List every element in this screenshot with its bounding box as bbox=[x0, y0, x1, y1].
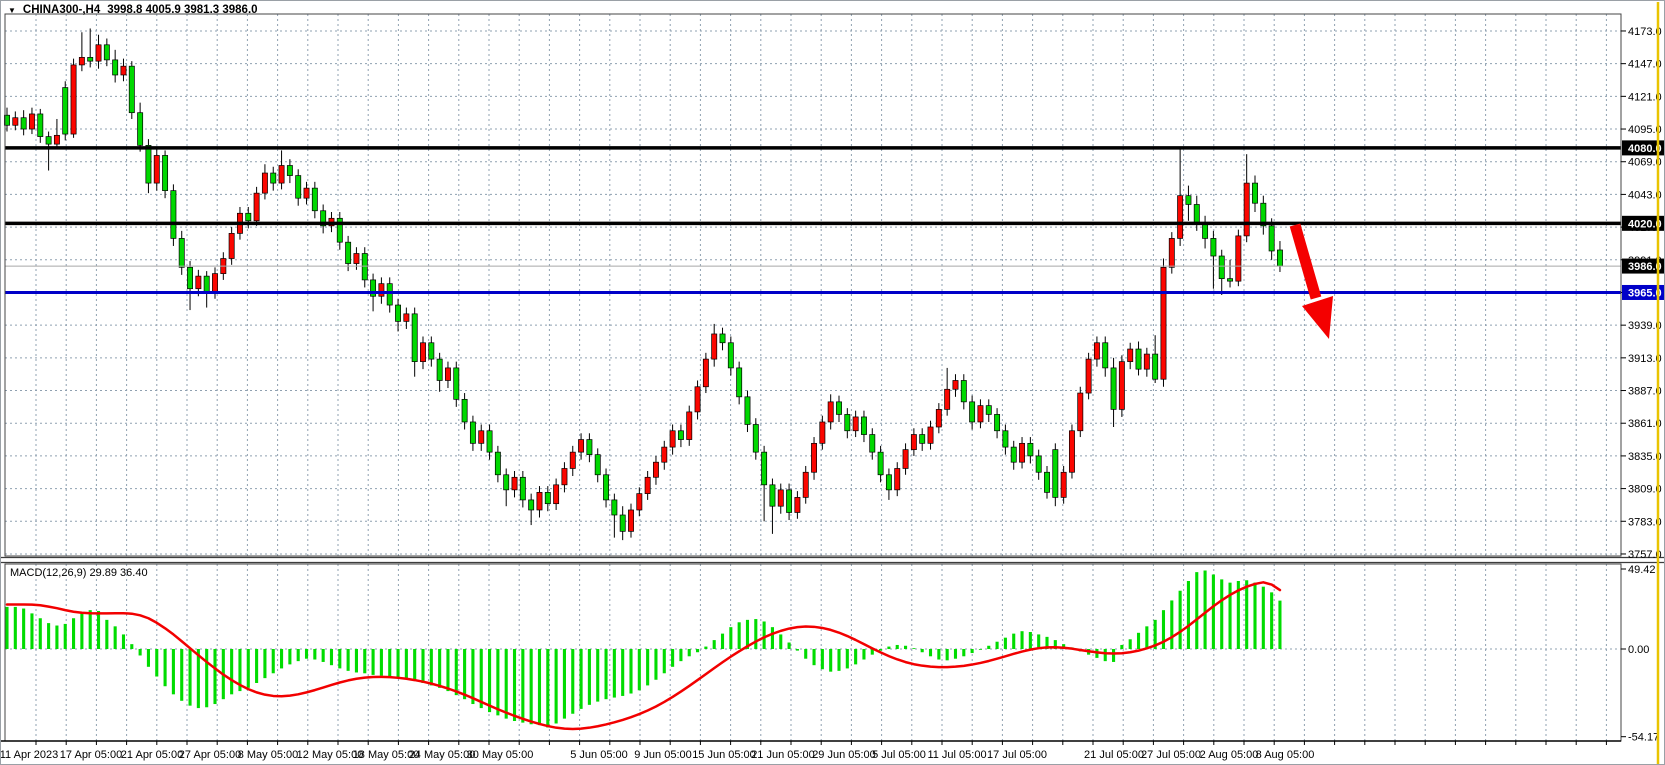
price-tick-label: 3913.0 bbox=[1628, 353, 1662, 365]
time-label: 17 Jul 05:00 bbox=[987, 749, 1047, 761]
price-tick-label: 4043.0 bbox=[1628, 189, 1662, 201]
symbol-label: CHINA300-,H4 bbox=[23, 4, 100, 16]
time-label: 8 May 05:00 bbox=[238, 749, 299, 761]
price-badge-label: 3986.0 bbox=[1628, 261, 1662, 273]
chart-svg: 4173.04147.04121.04095.04069.04043.04017… bbox=[1, 1, 1665, 765]
chart-window: 4173.04147.04121.04095.04069.04043.04017… bbox=[0, 0, 1665, 765]
time-label: 24 May 05:00 bbox=[409, 749, 476, 761]
ohlc-values: 3998.8 4005.9 3981.3 3986.0 bbox=[107, 4, 257, 16]
price-tick-label: 4147.0 bbox=[1628, 59, 1662, 71]
main-chart-area[interactable] bbox=[5, 14, 1621, 556]
symbol-dropdown-icon[interactable]: ▼ bbox=[8, 6, 16, 15]
price-tick-label: 3835.0 bbox=[1628, 451, 1662, 463]
time-label: 21 Jul 05:00 bbox=[1084, 749, 1144, 761]
time-label: 11 Apr 2023 bbox=[1, 749, 58, 761]
macd-panel-area[interactable] bbox=[5, 564, 1621, 741]
time-label: 15 Jun 05:00 bbox=[692, 749, 756, 761]
price-tick-label: 3939.0 bbox=[1628, 320, 1662, 332]
macd-tick-label: -54.17 bbox=[1628, 732, 1659, 744]
price-tick-label: 3783.0 bbox=[1628, 516, 1662, 528]
time-label: 21 Jun 05:00 bbox=[751, 749, 815, 761]
price-tick-label: 4095.0 bbox=[1628, 124, 1662, 136]
price-tick-label: 3809.0 bbox=[1628, 484, 1662, 496]
time-label: 21 Apr 05:00 bbox=[121, 749, 183, 761]
price-badge-label: 4080.0 bbox=[1628, 143, 1662, 155]
time-label: 17 Apr 05:00 bbox=[60, 749, 122, 761]
time-label: 8 Aug 05:00 bbox=[1256, 749, 1315, 761]
price-tick-label: 4069.0 bbox=[1628, 157, 1662, 169]
indicator-label: MACD(12,26,9) 29.89 36.40 bbox=[10, 567, 148, 579]
time-label: 11 Jul 05:00 bbox=[927, 749, 986, 761]
macd-tick-label: 49.42 bbox=[1628, 564, 1656, 576]
symbol-header: ▼ CHINA300-,H4 3998.8 4005.9 3981.3 3986… bbox=[8, 4, 258, 16]
macd-tick-label: 0.00 bbox=[1628, 644, 1649, 656]
time-label: 5 Jul 05:00 bbox=[872, 749, 926, 761]
time-label: 27 Apr 05:00 bbox=[179, 749, 241, 761]
price-tick-label: 3887.0 bbox=[1628, 386, 1662, 398]
time-label: 2 Aug 05:00 bbox=[1200, 749, 1259, 761]
price-tick-label: 4121.0 bbox=[1628, 91, 1662, 103]
time-label: 5 Jun 05:00 bbox=[570, 749, 628, 761]
price-tick-label: 3861.0 bbox=[1628, 418, 1662, 430]
time-label: 9 Jun 05:00 bbox=[634, 749, 692, 761]
price-tick-label: 4173.0 bbox=[1628, 26, 1662, 38]
time-label: 27 Jul 05:00 bbox=[1141, 749, 1201, 761]
price-tick-label: 3757.0 bbox=[1628, 549, 1662, 561]
price-badge-label: 3965.0 bbox=[1628, 287, 1662, 299]
time-label: 30 May 05:00 bbox=[467, 749, 534, 761]
price-badge-label: 4020.0 bbox=[1628, 218, 1662, 230]
time-label: 29 Jun 05:00 bbox=[812, 749, 876, 761]
